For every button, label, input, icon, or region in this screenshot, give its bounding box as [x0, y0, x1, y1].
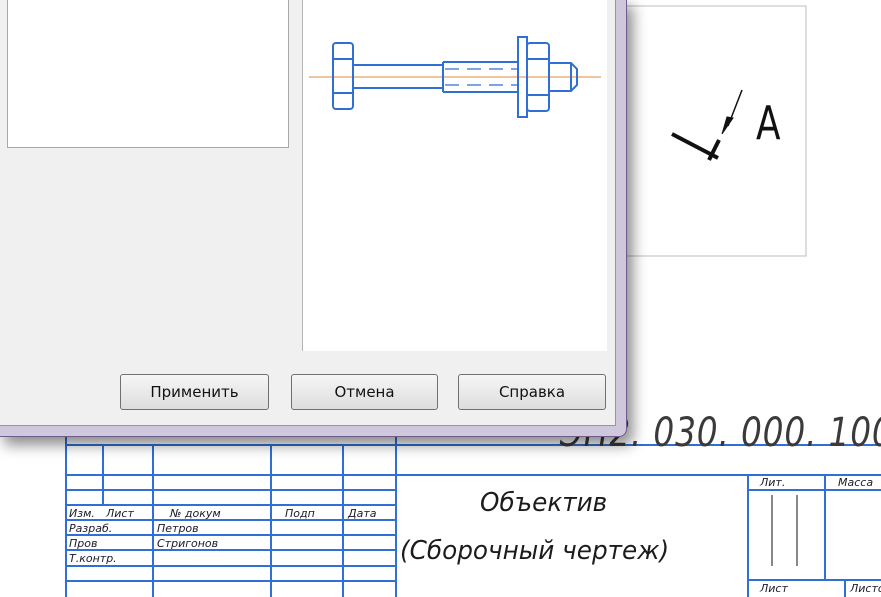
tb-header-izm: Изм.	[69, 507, 95, 520]
tb-header-lit: Лит.	[760, 476, 786, 489]
tb-header-sign: Подп	[285, 507, 315, 520]
tb-header-sheets: Листов	[850, 582, 881, 595]
tb-header-list: Лист	[106, 507, 134, 520]
tb-role-developer: Разраб.	[69, 522, 113, 535]
view-label-a: A	[756, 96, 781, 150]
tb-name-checker: Стригонов	[157, 537, 219, 550]
dialog-body: Применить Отмена Справка	[0, 0, 616, 426]
cad-workspace: A ЭП2. 030. 000. 100 СБ Объектив (Сбороч…	[0, 0, 881, 597]
tb-name-developer: Петров	[157, 522, 199, 535]
tb-header-mass: Масса	[838, 476, 874, 489]
tb-role-checker: Пров	[69, 537, 98, 550]
cancel-button[interactable]: Отмена	[291, 374, 438, 410]
insert-component-dialog: Применить Отмена Справка	[0, 0, 627, 437]
view-arrow-a	[671, 89, 743, 161]
object-name: Объектив	[480, 488, 608, 518]
component-list[interactable]	[7, 0, 289, 148]
tb-role-tech-control: Т.контр.	[69, 552, 117, 565]
lit-cells	[771, 495, 798, 566]
bolt-preview-image	[309, 36, 601, 118]
tb-header-date: Дата	[348, 507, 377, 520]
help-button[interactable]: Справка	[458, 374, 606, 410]
tb-header-sheet: Лист	[760, 582, 788, 595]
object-subtitle: (Сборочный чертеж)	[400, 536, 670, 566]
preview-panel	[302, 0, 607, 351]
tb-header-doc-no: № докум	[170, 507, 221, 520]
apply-button[interactable]: Применить	[120, 374, 269, 410]
